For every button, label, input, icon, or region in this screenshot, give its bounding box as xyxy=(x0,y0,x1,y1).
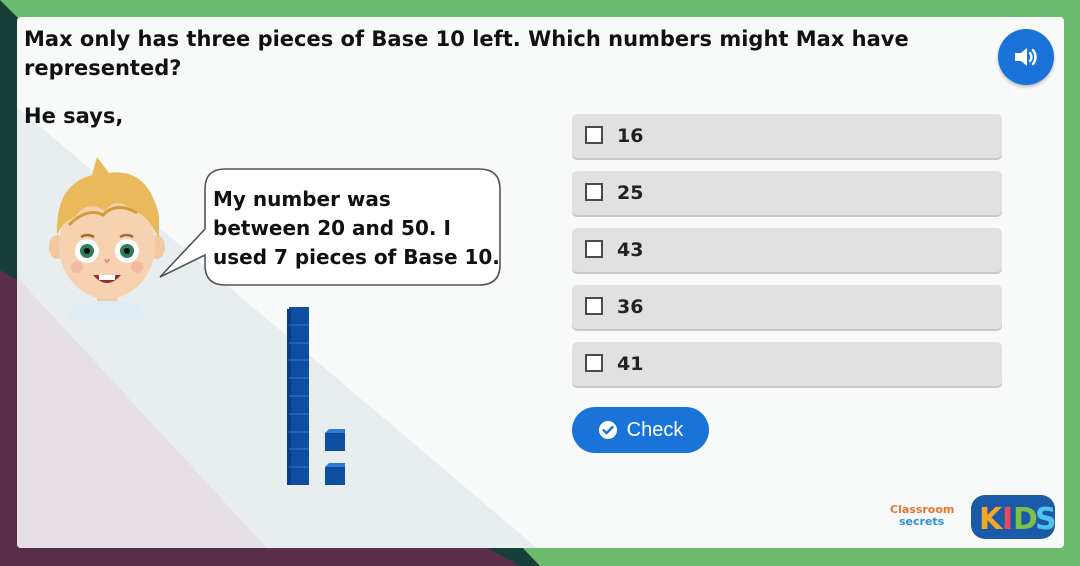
option-label: 25 xyxy=(617,182,644,204)
question-text: Max only has three pieces of Base 10 lef… xyxy=(24,27,909,80)
option-41[interactable]: 41 xyxy=(572,342,1002,386)
question-card: Max only has three pieces of Base 10 lef… xyxy=(17,17,1064,548)
intro-text: He says, xyxy=(24,104,124,128)
speech-text: My number was between 20 and 50. I used … xyxy=(213,185,503,272)
checkbox[interactable] xyxy=(585,183,603,201)
base-ten-blocks xyxy=(287,307,345,485)
option-label: 36 xyxy=(617,296,644,318)
audio-button[interactable] xyxy=(998,29,1054,85)
option-label: 43 xyxy=(617,239,644,261)
svg-text:S: S xyxy=(1035,502,1057,537)
classroom-secrets-kids-logo: Classroom secrets K I D S xyxy=(890,495,1057,539)
option-25[interactable]: 25 xyxy=(572,171,1002,215)
boy-character xyxy=(49,157,165,320)
check-button[interactable]: Check xyxy=(572,407,709,453)
checkbox[interactable] xyxy=(585,354,603,372)
option-43[interactable]: 43 xyxy=(572,228,1002,272)
option-36[interactable]: 36 xyxy=(572,285,1002,329)
tens-rod xyxy=(287,307,309,485)
svg-text:secrets: secrets xyxy=(899,515,945,528)
option-label: 41 xyxy=(617,353,644,375)
check-button-label: Check xyxy=(626,418,684,441)
ones-cube xyxy=(325,463,345,485)
speech-line: used 7 pieces of Base 10. xyxy=(213,245,500,269)
speaker-icon xyxy=(1015,48,1037,66)
ones-cube xyxy=(325,429,345,451)
checkbox[interactable] xyxy=(585,297,603,315)
checkmark-circle-icon xyxy=(598,420,618,440)
svg-text:K: K xyxy=(979,502,1004,537)
speech-line: My number was xyxy=(213,187,391,211)
checkbox[interactable] xyxy=(585,240,603,258)
checkbox[interactable] xyxy=(585,126,603,144)
answer-options: 16 25 43 36 41 xyxy=(572,114,1002,399)
svg-text:I: I xyxy=(1002,502,1013,537)
option-16[interactable]: 16 xyxy=(572,114,1002,158)
option-label: 16 xyxy=(617,125,644,147)
speech-line: between 20 and 50. I xyxy=(213,216,451,240)
